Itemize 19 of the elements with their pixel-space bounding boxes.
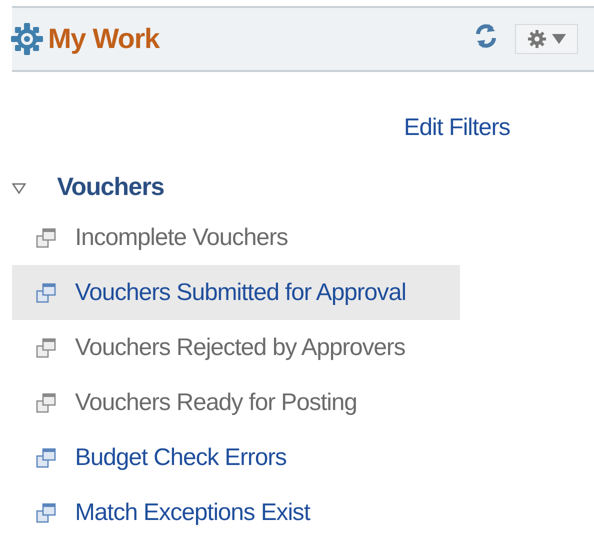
edit-filters-link[interactable]: Edit Filters [404,110,510,146]
caret-icon [552,34,566,44]
expand-triangle-icon[interactable] [12,182,26,194]
window-icon [36,446,56,468]
window-icon [36,392,56,414]
window-icon [36,282,56,304]
list-item[interactable]: Match Exceptions Exist [12,485,460,538]
window-icon [36,336,56,358]
group-heading[interactable]: Vouchers [57,169,164,207]
list-item[interactable]: Budget Check Errors [12,430,460,485]
settings-menu-button[interactable] [515,24,578,54]
window-icon [36,502,56,524]
settings-icon [528,30,546,48]
list-item[interactable]: Vouchers Rejected by Approvers [12,320,460,375]
list-item[interactable]: Vouchers Submitted for Approval [12,265,460,320]
list-item[interactable]: Vouchers Ready for Posting [12,375,460,430]
window-icon [36,226,56,248]
widget-title: My Work [48,22,160,56]
list-item[interactable]: Incomplete Vouchers [12,210,460,265]
